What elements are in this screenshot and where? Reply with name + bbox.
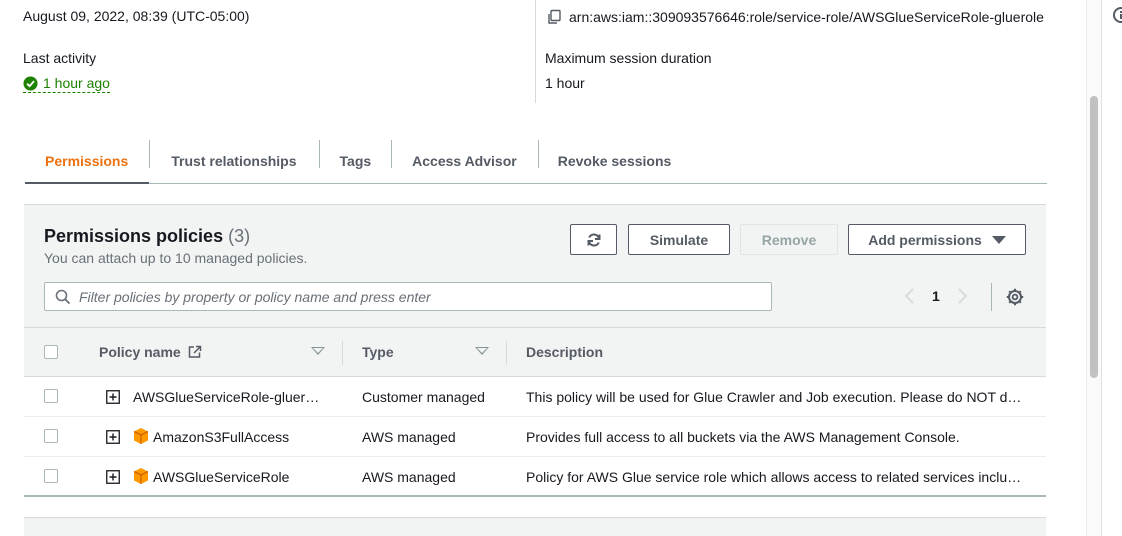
policy-description: Policy for AWS Glue service role which a… bbox=[526, 468, 1022, 485]
pager-divider bbox=[991, 283, 992, 311]
panel-header: Permissions policies (3) You can attach … bbox=[24, 205, 1046, 327]
role-arn: arn:aws:iam::309093576646:role/service-r… bbox=[546, 9, 1044, 25]
permissions-policies-panel: Permissions policies (3) You can attach … bbox=[24, 204, 1046, 497]
policy-name-link[interactable]: AmazonS3FullAccess bbox=[153, 417, 333, 456]
column-policy-name-label: Policy name bbox=[99, 344, 181, 360]
policy-description: Provides full access to all buckets via … bbox=[526, 428, 960, 445]
table-header: Policy name Type Description bbox=[24, 327, 1046, 377]
column-separator bbox=[342, 341, 343, 365]
aws-managed-box-icon bbox=[133, 468, 149, 484]
external-link-icon bbox=[188, 345, 201, 358]
row-checkbox[interactable] bbox=[44, 469, 58, 483]
column-description: Description bbox=[526, 344, 604, 360]
policy-description: This policy will be used for Glue Crawle… bbox=[526, 388, 1022, 405]
chevron-left-icon[interactable] bbox=[902, 287, 918, 305]
policy-count: (3) bbox=[228, 226, 251, 246]
panel-title: Permissions policies (3) bbox=[44, 226, 250, 247]
policy-type: AWS managed bbox=[362, 468, 456, 485]
sort-policy-name-icon[interactable] bbox=[311, 347, 325, 355]
search-icon bbox=[55, 289, 71, 304]
copy-icon[interactable] bbox=[546, 9, 562, 25]
policy-name-link[interactable]: AWSGlueServiceRole-gluer… bbox=[133, 377, 328, 416]
panel-title-text: Permissions policies bbox=[44, 226, 224, 246]
tab-access-advisor[interactable]: Access Advisor bbox=[391, 138, 538, 183]
next-panel-header bbox=[24, 517, 1046, 536]
tab-revoke-sessions[interactable]: Revoke sessions bbox=[537, 138, 692, 183]
policy-type: Customer managed bbox=[362, 388, 485, 405]
remove-button[interactable]: Remove bbox=[740, 224, 838, 255]
role-tabs: Permissions Trust relationships Tags Acc… bbox=[25, 138, 1047, 184]
last-activity-label: Last activity bbox=[23, 50, 97, 66]
caret-down-icon bbox=[991, 235, 1006, 244]
add-permissions-label: Add permissions bbox=[868, 231, 982, 248]
pagination: 1 bbox=[902, 287, 970, 305]
policy-name-link[interactable]: AWSGlueServiceRole bbox=[153, 457, 333, 496]
refresh-icon bbox=[587, 232, 600, 247]
panel-subtitle: You can attach up to 10 managed policies… bbox=[44, 250, 308, 266]
tab-tags[interactable]: Tags bbox=[318, 138, 392, 183]
column-type[interactable]: Type bbox=[362, 328, 394, 376]
simulate-button[interactable]: Simulate bbox=[628, 224, 730, 255]
table-row: AmazonS3FullAccess AWS managed Provides … bbox=[24, 417, 1046, 457]
policy-type: AWS managed bbox=[362, 428, 456, 445]
max-session-value: 1 hour bbox=[545, 75, 585, 91]
expand-icon[interactable] bbox=[106, 430, 120, 444]
scrollbar-thumb[interactable] bbox=[1090, 96, 1098, 378]
summary-divider bbox=[535, 0, 536, 103]
policy-filter[interactable] bbox=[44, 282, 772, 311]
column-policy-name[interactable]: Policy name bbox=[99, 328, 203, 376]
table-row: AWSGlueServiceRole-gluer… Customer manag… bbox=[24, 377, 1046, 417]
row-checkbox[interactable] bbox=[44, 429, 58, 443]
tab-trust-relationships[interactable]: Trust relationships bbox=[149, 138, 318, 183]
tab-permissions[interactable]: Permissions bbox=[25, 138, 150, 184]
policy-filter-input[interactable] bbox=[79, 288, 759, 305]
aws-managed-box-icon bbox=[133, 428, 149, 444]
check-circle-icon bbox=[23, 75, 38, 91]
last-activity-text: 1 hour ago bbox=[43, 75, 110, 91]
add-permissions-button[interactable]: Add permissions bbox=[848, 224, 1026, 255]
chevron-right-icon[interactable] bbox=[954, 287, 970, 305]
column-separator bbox=[506, 341, 507, 365]
table-row: AWSGlueServiceRole AWS managed Policy fo… bbox=[24, 457, 1046, 497]
expand-icon[interactable] bbox=[106, 470, 120, 484]
gear-icon[interactable] bbox=[1006, 288, 1024, 306]
last-activity-value[interactable]: 1 hour ago bbox=[23, 75, 110, 93]
refresh-button[interactable] bbox=[570, 224, 617, 255]
page-number[interactable]: 1 bbox=[932, 288, 940, 304]
row-checkbox[interactable] bbox=[44, 389, 58, 403]
sort-type-icon[interactable] bbox=[475, 347, 489, 355]
created-date: August 09, 2022, 08:39 (UTC-05:00) bbox=[23, 8, 250, 24]
arn-text: arn:aws:iam::309093576646:role/service-r… bbox=[569, 9, 1044, 25]
info-panel-icon[interactable] bbox=[1113, 7, 1122, 23]
expand-icon[interactable] bbox=[106, 390, 120, 404]
select-all-checkbox[interactable] bbox=[44, 345, 58, 359]
max-session-label: Maximum session duration bbox=[545, 50, 712, 66]
